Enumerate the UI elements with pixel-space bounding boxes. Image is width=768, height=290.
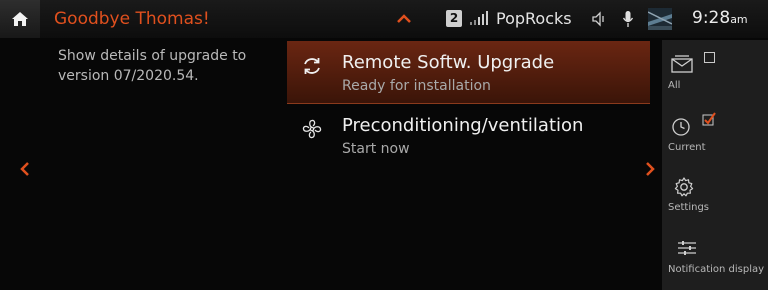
clock-time: 9:28 [692, 8, 731, 28]
chevron-left-icon[interactable] [20, 161, 30, 177]
filter-current[interactable]: Current [662, 102, 768, 164]
map-icon [648, 8, 672, 30]
gear-icon [674, 177, 694, 197]
signal-strength-icon [470, 11, 488, 25]
notification-subtitle: Start now [342, 141, 410, 157]
settings-button[interactable]: Settings [662, 164, 768, 226]
home-icon [12, 12, 28, 26]
envelope-icon [671, 55, 693, 73]
clock: 9:28am [692, 8, 748, 28]
notification-display-label: Notification display [668, 264, 765, 275]
clock-icon [672, 118, 690, 136]
media-source-badge: 2 [446, 10, 462, 27]
settings-label: Settings [668, 202, 710, 213]
notification-title: Preconditioning/ventilation [342, 115, 584, 136]
filter-current-checkbox[interactable] [702, 112, 716, 126]
notification-subtitle: Ready for installation [342, 78, 491, 94]
sliders-icon [678, 241, 696, 255]
idrive-screen: Goodbye Thomas! 2 PopRocks 9:28am Show d… [0, 0, 768, 290]
caret-up-icon[interactable] [396, 13, 412, 23]
notification-detail-text: Show details of upgrade to version 07/20… [58, 48, 247, 84]
clock-ampm: am [730, 13, 748, 26]
filter-all[interactable]: All [662, 40, 768, 102]
filter-current-label: Current [668, 142, 706, 153]
refresh-icon [304, 58, 320, 74]
notification-list: Remote Softw. Upgrade Ready for installa… [287, 41, 650, 167]
station-name: PopRocks [496, 9, 572, 28]
greeting-text: Goodbye Thomas! [54, 9, 210, 29]
notification-display-button[interactable]: Notification display [662, 226, 768, 288]
notification-filter-panel: All Current Settings Notification displa… [662, 40, 768, 290]
filter-all-label: All [668, 80, 681, 91]
home-button[interactable] [0, 0, 40, 38]
microphone-icon [622, 11, 634, 27]
speaker-icon [592, 11, 604, 27]
notification-item-software-upgrade[interactable]: Remote Softw. Upgrade Ready for installa… [287, 41, 650, 104]
fan-icon [302, 119, 322, 139]
filter-all-checkbox[interactable] [704, 52, 715, 63]
chevron-right-icon[interactable] [645, 161, 655, 177]
notification-title: Remote Softw. Upgrade [342, 52, 555, 73]
notification-item-preconditioning[interactable]: Preconditioning/ventilation Start now [287, 104, 650, 167]
status-bar: Goodbye Thomas! 2 PopRocks 9:28am [0, 0, 768, 38]
